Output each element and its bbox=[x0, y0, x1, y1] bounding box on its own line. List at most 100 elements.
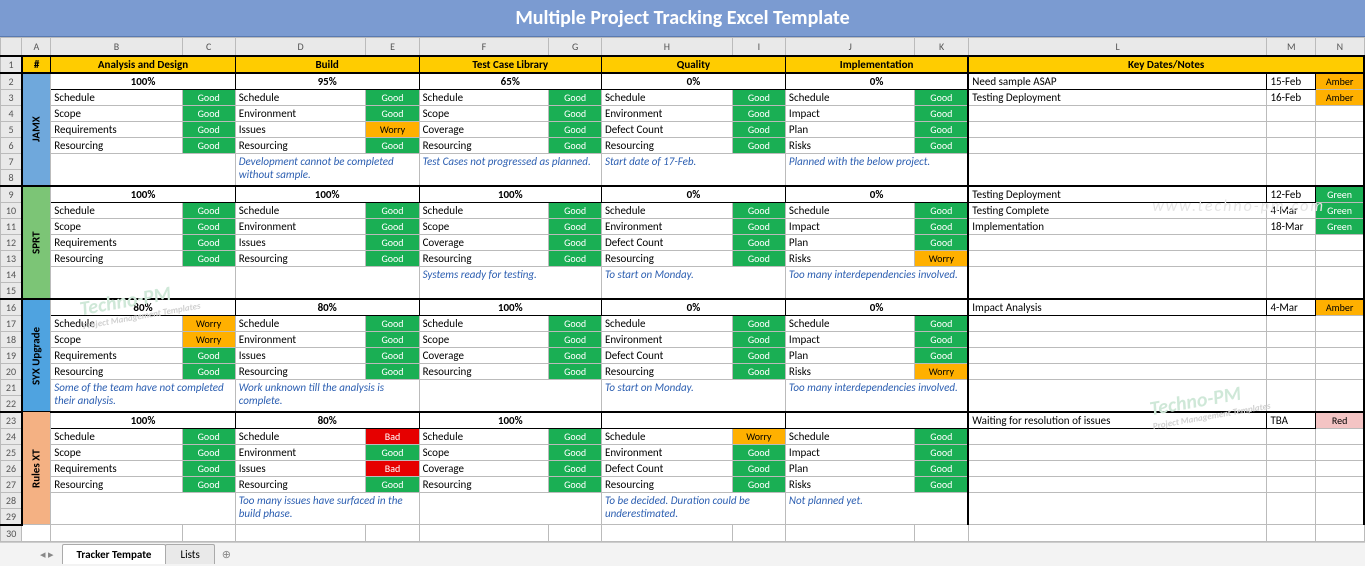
cell[interactable]: Start date of 17-Feb. bbox=[601, 153, 785, 186]
cell[interactable]: Good bbox=[366, 444, 419, 460]
cell[interactable]: Good bbox=[549, 121, 602, 137]
cell[interactable]: Environment bbox=[601, 218, 732, 234]
cell[interactable]: Good bbox=[732, 476, 785, 492]
cell[interactable]: Good bbox=[182, 250, 235, 266]
row-number[interactable]: 2 bbox=[1, 73, 22, 90]
cell[interactable]: Environment bbox=[235, 331, 366, 347]
cell[interactable]: Amber bbox=[1316, 89, 1364, 105]
column-header[interactable]: M bbox=[1267, 38, 1316, 56]
cell[interactable]: Good bbox=[366, 202, 419, 218]
cell[interactable]: Resourcing bbox=[419, 250, 549, 266]
cell[interactable]: Impact bbox=[785, 105, 915, 121]
cell[interactable] bbox=[1267, 525, 1316, 542]
row-number[interactable]: 22 bbox=[1, 395, 22, 412]
row-number[interactable]: 29 bbox=[1, 508, 22, 525]
cell[interactable]: Good bbox=[915, 218, 968, 234]
column-header[interactable]: B bbox=[51, 38, 182, 56]
cell[interactable]: Worry bbox=[915, 250, 968, 266]
cell[interactable] bbox=[1316, 347, 1364, 363]
cell[interactable]: Environment bbox=[601, 105, 732, 121]
cell[interactable]: Good bbox=[732, 347, 785, 363]
cell[interactable]: Good bbox=[182, 137, 235, 153]
row-number[interactable]: 27 bbox=[1, 476, 22, 492]
row-number[interactable]: 26 bbox=[1, 460, 22, 476]
cell[interactable]: Good bbox=[732, 202, 785, 218]
cell[interactable]: Good bbox=[366, 315, 419, 331]
cell[interactable]: 80% bbox=[51, 299, 235, 316]
cell[interactable]: Good bbox=[732, 331, 785, 347]
cell[interactable]: Environment bbox=[235, 105, 366, 121]
cell[interactable]: Good bbox=[366, 218, 419, 234]
cell[interactable]: Testing Complete bbox=[968, 202, 1267, 218]
cell[interactable] bbox=[968, 331, 1267, 347]
cell[interactable] bbox=[182, 525, 235, 542]
cell[interactable]: Defect Count bbox=[601, 121, 732, 137]
cell[interactable]: Good bbox=[366, 250, 419, 266]
cell[interactable]: Good bbox=[732, 315, 785, 331]
cell[interactable]: Resourcing bbox=[419, 363, 549, 379]
cell[interactable]: Scope bbox=[419, 444, 549, 460]
project-name[interactable]: JAMX bbox=[22, 73, 51, 186]
cell[interactable] bbox=[968, 121, 1267, 137]
row-number[interactable]: 16 bbox=[1, 299, 22, 316]
cell[interactable] bbox=[1316, 266, 1364, 299]
cell[interactable]: Plan bbox=[785, 347, 915, 363]
cell[interactable]: Good bbox=[915, 428, 968, 444]
cell[interactable]: Good bbox=[366, 137, 419, 153]
cell[interactable] bbox=[968, 347, 1267, 363]
cell[interactable]: Good bbox=[549, 331, 602, 347]
cell[interactable]: Good bbox=[366, 234, 419, 250]
cell[interactable]: Environment bbox=[601, 331, 732, 347]
cell[interactable]: Good bbox=[182, 476, 235, 492]
column-header[interactable]: L bbox=[968, 38, 1267, 56]
cell[interactable]: Not planned yet. bbox=[785, 492, 968, 525]
row-number[interactable]: 3 bbox=[1, 89, 22, 105]
cell[interactable]: Risks bbox=[785, 476, 915, 492]
cell[interactable] bbox=[1267, 492, 1316, 525]
cell[interactable] bbox=[968, 379, 1267, 412]
cell[interactable]: Worry bbox=[915, 363, 968, 379]
cell[interactable] bbox=[1316, 137, 1364, 153]
row-number[interactable]: 14 bbox=[1, 266, 22, 282]
cell[interactable]: Worry bbox=[366, 121, 419, 137]
cell[interactable] bbox=[1316, 105, 1364, 121]
cell[interactable]: Too many interdependencies involved. bbox=[785, 266, 968, 299]
cell[interactable]: Waiting for resolution of issues bbox=[968, 412, 1267, 429]
cell[interactable]: Environment bbox=[601, 444, 732, 460]
cell[interactable] bbox=[1316, 331, 1364, 347]
cell[interactable] bbox=[785, 525, 915, 542]
cell[interactable]: Good bbox=[182, 347, 235, 363]
cell[interactable]: 100% bbox=[419, 412, 601, 429]
cell[interactable]: Good bbox=[732, 460, 785, 476]
cell[interactable]: Good bbox=[549, 444, 602, 460]
cell[interactable]: 0% bbox=[601, 73, 785, 90]
cell[interactable] bbox=[1316, 153, 1364, 186]
row-number[interactable]: 25 bbox=[1, 444, 22, 460]
column-header[interactable]: J bbox=[785, 38, 915, 56]
cell[interactable]: Good bbox=[732, 137, 785, 153]
tab-add[interactable]: ⊕ bbox=[214, 545, 239, 564]
cell[interactable]: Amber bbox=[1316, 73, 1364, 90]
cell[interactable]: Schedule bbox=[235, 202, 366, 218]
cell[interactable] bbox=[1267, 379, 1316, 412]
cell[interactable]: Issues bbox=[235, 234, 366, 250]
cell[interactable] bbox=[366, 525, 419, 542]
cell[interactable]: Good bbox=[549, 428, 602, 444]
cell[interactable]: Implementation bbox=[968, 218, 1267, 234]
cell[interactable] bbox=[968, 153, 1267, 186]
column-header[interactable]: H bbox=[601, 38, 732, 56]
cell[interactable] bbox=[1316, 250, 1364, 266]
cell[interactable]: Scope bbox=[51, 331, 182, 347]
cell[interactable]: Schedule bbox=[51, 89, 182, 105]
cell[interactable]: Requirements bbox=[51, 234, 182, 250]
cell[interactable]: Resourcing bbox=[235, 137, 366, 153]
row-number[interactable]: 9 bbox=[1, 186, 22, 203]
cell[interactable]: Issues bbox=[235, 460, 366, 476]
cell[interactable]: Defect Count bbox=[601, 234, 732, 250]
cell[interactable] bbox=[1316, 121, 1364, 137]
cell[interactable]: Good bbox=[549, 105, 602, 121]
cell[interactable]: Good bbox=[915, 234, 968, 250]
row-number[interactable]: 30 bbox=[1, 525, 22, 542]
cell[interactable] bbox=[1316, 363, 1364, 379]
row-number[interactable]: 5 bbox=[1, 121, 22, 137]
